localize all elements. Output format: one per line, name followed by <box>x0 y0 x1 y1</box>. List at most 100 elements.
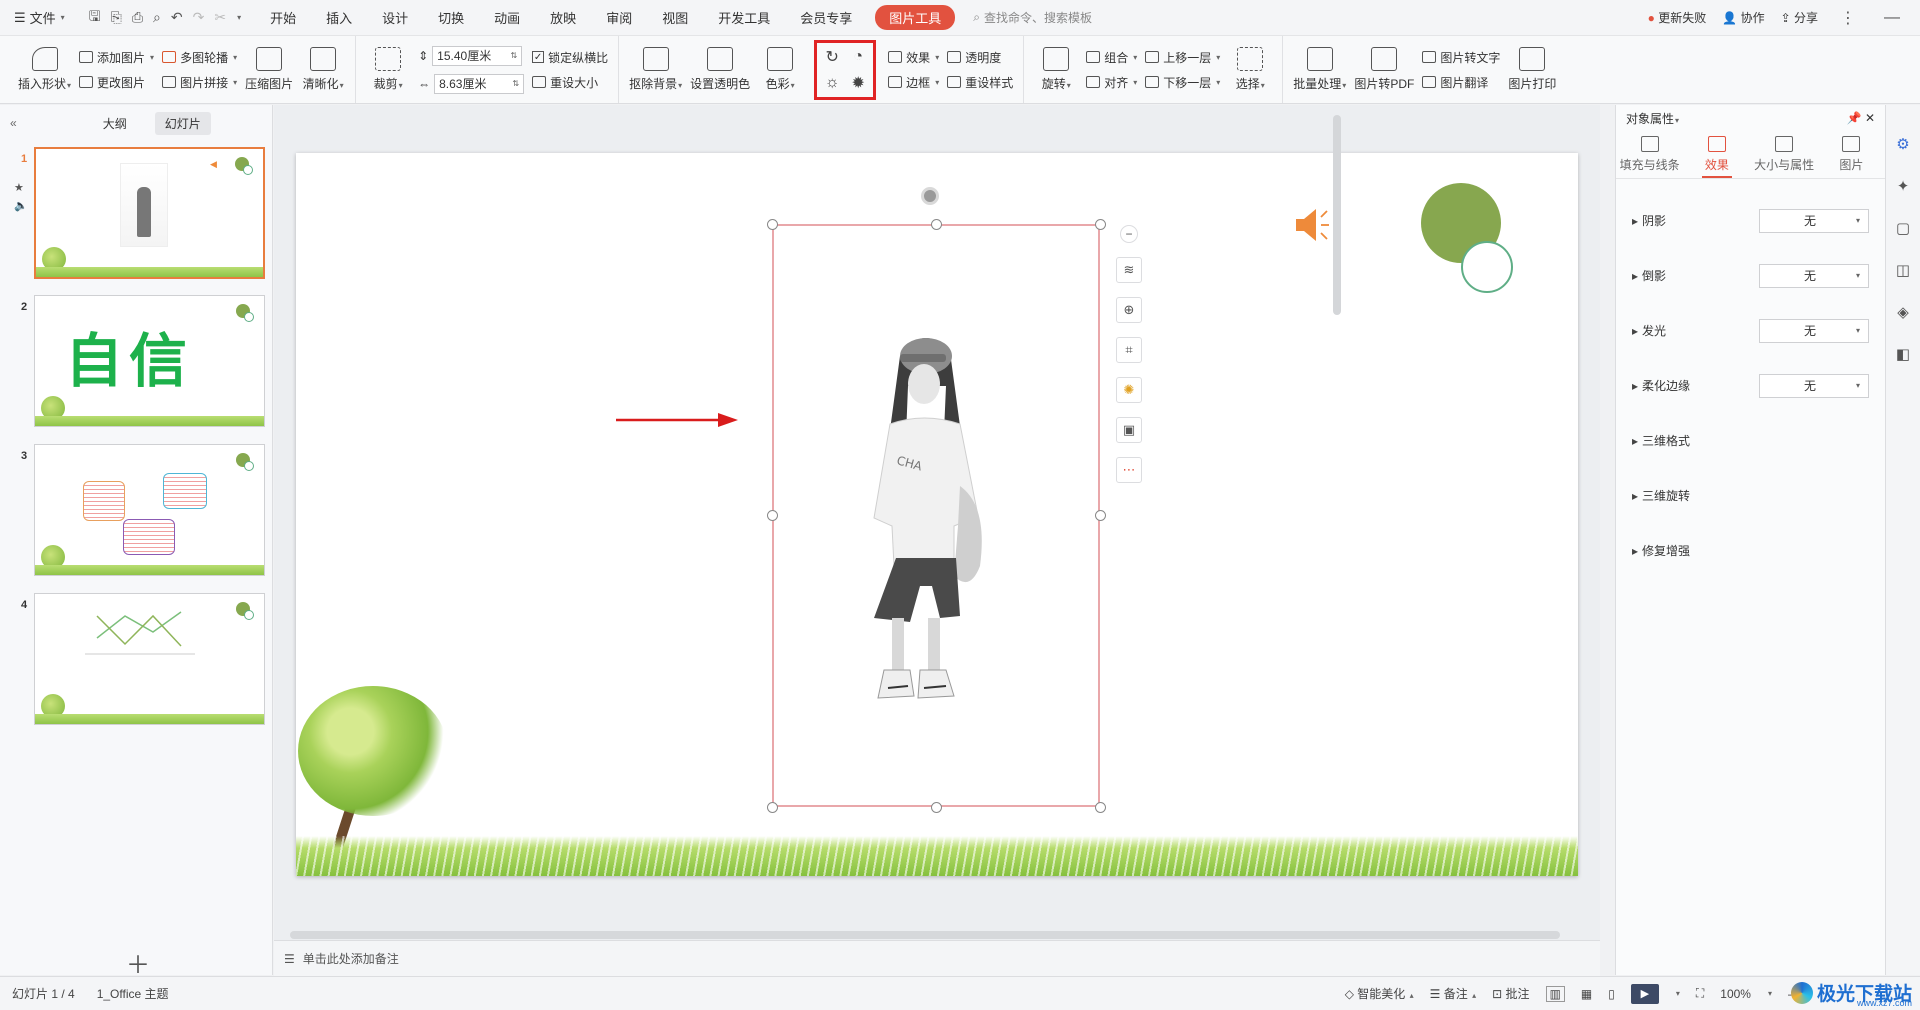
select-button[interactable]: 选择▾ <box>1228 47 1272 92</box>
change-picture-button[interactable]: 更改图片 <box>79 74 154 91</box>
tab-fill-line[interactable]: 填充与线条 <box>1616 131 1683 178</box>
close-icon[interactable]: ✕ <box>1865 111 1875 125</box>
slide-thumbnail-4[interactable] <box>34 593 265 725</box>
export-icon[interactable]: ⎘ <box>111 9 122 26</box>
file-menu[interactable]: ☰ 文件 ▾ <box>0 8 75 27</box>
tab-member[interactable]: 会员专享 <box>785 8 867 27</box>
selected-picture[interactable]: CHA <box>772 224 1100 807</box>
picture-to-text-icon[interactable]: ▣ <box>1116 417 1142 443</box>
tab-view[interactable]: 视图 <box>647 8 703 27</box>
tab-review[interactable]: 审阅 <box>591 8 647 27</box>
tab-design[interactable]: 设计 <box>367 8 423 27</box>
save-icon[interactable]: 🖫 <box>89 6 101 30</box>
notes-toggle-button[interactable]: ☰ 备注 ▴ <box>1430 985 1476 1002</box>
tab-outline[interactable]: 大纲 <box>93 112 137 135</box>
color-button[interactable]: 色彩▾ <box>758 47 802 92</box>
quick-access-more-icon[interactable]: ▾ <box>237 13 241 22</box>
decrease-brightness-icon[interactable]: ✹ <box>848 73 868 93</box>
search-input[interactable]: 查找命令、搜索模板 <box>984 9 1092 26</box>
command-search[interactable]: ⌕ 查找命令、搜索模板 <box>973 9 1092 26</box>
print-icon[interactable]: ⎙ <box>132 9 143 26</box>
location-icon[interactable]: ◈ <box>1897 303 1909 321</box>
theme-name[interactable]: 1_Office 主题 <box>97 985 169 1002</box>
pin-icon[interactable]: 📌 <box>1847 111 1862 125</box>
resize-handle-w[interactable] <box>767 510 778 521</box>
comments-button[interactable]: ⊡ 批注 <box>1492 985 1529 1002</box>
decrease-contrast-icon[interactable]: ◔ <box>848 47 868 67</box>
reset-style-button[interactable]: 重设样式 <box>947 74 1013 91</box>
animation-icon[interactable]: ✦ <box>1897 177 1910 195</box>
horizontal-scrollbar[interactable] <box>290 931 1560 939</box>
tab-animations[interactable]: 动画 <box>479 8 535 27</box>
set-transparent-color-button[interactable]: 设置透明色 <box>690 47 750 92</box>
tab-slides[interactable]: 幻灯片 <box>154 111 211 135</box>
prop-3d-rotation[interactable]: 三维旋转 <box>1632 468 1869 523</box>
increase-contrast-icon[interactable]: ↻ <box>822 47 842 67</box>
rotate-handle[interactable] <box>921 187 939 205</box>
zoom-in-icon[interactable]: ⊕ <box>1116 297 1142 323</box>
normal-view-icon[interactable]: ▥ <box>1545 985 1565 1002</box>
resize-handle-sw[interactable] <box>767 802 778 813</box>
tab-picture[interactable]: 图片 <box>1818 131 1885 178</box>
slide-thumbnail-1[interactable]: ◀ <box>34 147 265 279</box>
prop-reflection[interactable]: 倒影 无▾ <box>1632 248 1869 303</box>
properties-icon[interactable]: ⚙ <box>1896 135 1909 153</box>
minimize-icon[interactable]: — <box>1878 9 1906 27</box>
compress-picture-button[interactable]: 压缩图片 <box>245 47 293 92</box>
collapse-toolbar-icon[interactable]: − <box>1120 225 1138 243</box>
add-picture-button[interactable]: 添加图片 ▾ <box>79 49 154 66</box>
batch-process-button[interactable]: 批量处理▾ <box>1293 47 1346 92</box>
assets-icon[interactable]: ◫ <box>1896 261 1910 279</box>
picture-to-pdf-button[interactable]: 图片转PDF <box>1354 47 1414 92</box>
tab-home[interactable]: 开始 <box>255 8 311 27</box>
vertical-scrollbar[interactable] <box>1330 105 1344 940</box>
zoom-level[interactable]: 100% <box>1720 987 1751 1001</box>
slide-thumbnail-row[interactable]: 4 <box>0 593 273 729</box>
prop-soft-edges[interactable]: 柔化边缘 无▾ <box>1632 358 1869 413</box>
prop-shadow[interactable]: 阴影 无▾ <box>1632 193 1869 248</box>
slide-thumbnail-row[interactable]: 2 自信 <box>0 295 273 431</box>
tab-developer[interactable]: 开发工具 <box>703 8 785 27</box>
play-slideshow-button[interactable]: ▶ <box>1630 983 1659 1004</box>
collapse-panel-icon[interactable]: « <box>10 116 17 130</box>
slide-thumbnail-row[interactable]: 1 ★ 🔈 ◀ <box>0 147 273 283</box>
print-preview-icon[interactable]: ⌕ <box>153 9 161 26</box>
remove-background-button[interactable]: 抠除背景▾ <box>629 47 682 92</box>
shadow-select[interactable]: 无 ▾ <box>1759 208 1869 233</box>
more-options-icon[interactable]: ⋮ <box>1834 8 1862 28</box>
multi-carousel-button[interactable]: 多图轮播 ▾ <box>162 49 237 66</box>
ring-circle-shape[interactable] <box>1461 241 1513 293</box>
resize-handle-nw[interactable] <box>767 219 778 230</box>
prop-repair-enhance[interactable]: 修复增强 <box>1632 523 1869 578</box>
rotate-button[interactable]: 旋转▾ <box>1034 47 1078 92</box>
layers-icon[interactable]: ≋ <box>1116 257 1142 283</box>
play-options-icon[interactable]: ▾ <box>1676 989 1680 998</box>
undo-icon[interactable]: ↶ <box>171 9 183 26</box>
more-icon[interactable]: ⋯ <box>1116 457 1142 483</box>
insert-shape-button[interactable]: 插入形状▾ <box>18 47 71 92</box>
transparency-button[interactable]: 透明度 <box>947 49 1013 66</box>
fit-window-icon[interactable]: ⛶ <box>1696 986 1704 1001</box>
reading-view-icon[interactable]: ▯ <box>1608 987 1615 1001</box>
sharpen-button[interactable]: 清晰化▾ <box>301 47 345 92</box>
resize-handle-se[interactable] <box>1095 802 1106 813</box>
redo-icon[interactable]: ↷ <box>193 9 205 26</box>
resize-handle-n[interactable] <box>931 219 942 230</box>
picture-mosaic-button[interactable]: 图片拼接 ▾ <box>162 74 237 91</box>
notes-placeholder[interactable]: 单击此处添加备注 <box>303 950 399 967</box>
align-button[interactable]: 对齐 ▾ <box>1086 74 1137 91</box>
resize-handle-e[interactable] <box>1095 510 1106 521</box>
width-input[interactable]: 15.40厘米 ⇅ <box>432 45 523 66</box>
crop-button[interactable]: 裁剪▾ <box>366 47 410 92</box>
slide-thumbnail-row[interactable]: 3 <box>0 444 273 580</box>
slide-sorter-icon[interactable]: ▦ <box>1581 987 1592 1001</box>
picture-to-text-button[interactable]: 图片转文字 <box>1422 49 1500 66</box>
current-slide[interactable]: CHA − ≋ ⊕ ⌗ ✺ ▣ ⋯ <box>296 153 1578 876</box>
send-backward-button[interactable]: 下移一层 ▾ <box>1145 74 1220 91</box>
tab-transitions[interactable]: 切换 <box>423 8 479 27</box>
vertical-scroll-thumb[interactable] <box>1333 115 1341 315</box>
soft-edges-select[interactable]: 无 ▾ <box>1759 373 1869 398</box>
panel-title[interactable]: 对象属性▾ <box>1626 110 1679 127</box>
slide-thumbnail-3[interactable] <box>34 444 265 576</box>
lock-ratio-checkbox[interactable]: ✓ 锁定纵横比 <box>532 49 608 66</box>
